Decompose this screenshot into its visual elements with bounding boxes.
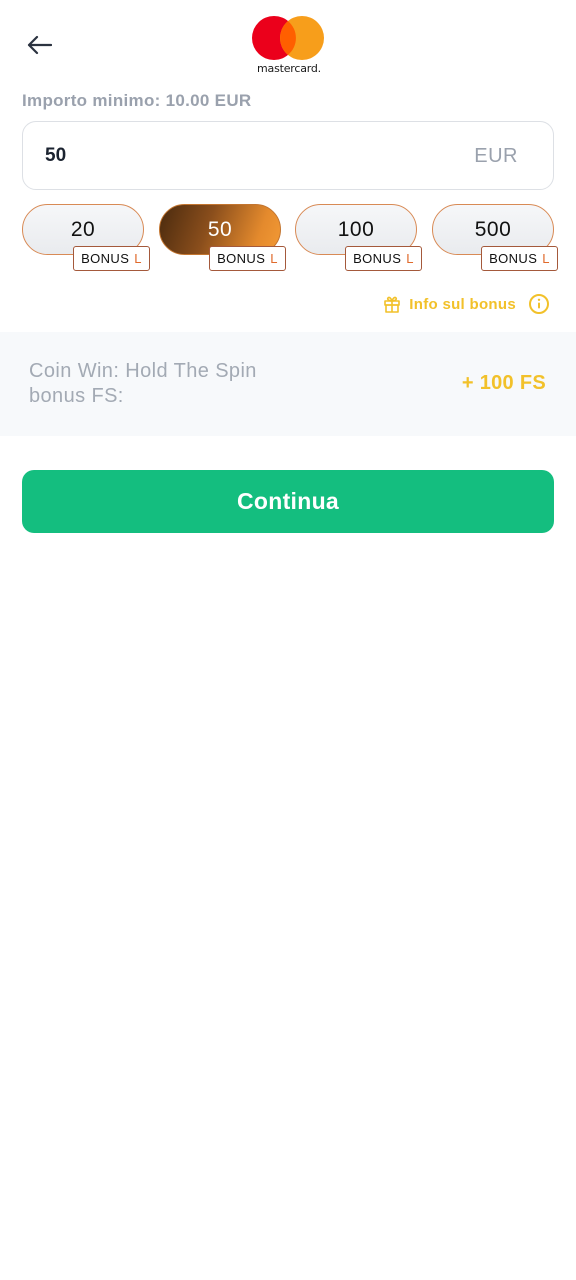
- amount-chips: 20 BONUS L 50 BONUS L 100 BONUS L 500 BONUS…: [22, 204, 558, 274]
- bonus-badge: BONUS L: [73, 246, 150, 271]
- badge-suffix: L: [134, 251, 142, 266]
- bonus-badge: BONUS L: [209, 246, 286, 271]
- info-circle-icon: [529, 294, 549, 314]
- chip-value: 100: [337, 217, 375, 241]
- bonus-game-label: Coin Win: Hold The Spin bonus FS:: [29, 360, 257, 407]
- badge-suffix: L: [542, 251, 550, 266]
- arrow-left-icon: [27, 35, 52, 55]
- badge-label: BONUS: [489, 251, 538, 266]
- badge-label: BONUS: [81, 251, 130, 266]
- badge-label: BONUS: [353, 251, 402, 266]
- chip-value: 50: [207, 217, 233, 241]
- mastercard-logo: mastercard.: [250, 14, 330, 76]
- badge-label: BONUS: [217, 251, 266, 266]
- bonus-badge: BONUS L: [345, 246, 422, 271]
- bonus-info-link[interactable]: Info sul bonus: [383, 292, 550, 316]
- bonus-badge: BONUS L: [481, 246, 558, 271]
- mastercard-circles-icon: [252, 16, 324, 60]
- logo-wordmark: mastercard.: [257, 62, 321, 75]
- minimum-amount-label: Importo minimo: 10.00 EUR: [22, 91, 252, 110]
- gift-icon: [384, 296, 401, 313]
- continue-button[interactable]: Continua: [22, 470, 554, 533]
- bonus-free-spins-value: + 100 FS: [461, 372, 546, 394]
- back-button[interactable]: [22, 28, 56, 62]
- badge-suffix: L: [270, 251, 278, 266]
- header: mastercard.: [0, 0, 576, 86]
- bonus-summary-panel: Coin Win: Hold The Spin bonus FS: + 100 …: [0, 332, 576, 436]
- badge-suffix: L: [406, 251, 414, 266]
- amount-field[interactable]: EUR: [22, 121, 554, 190]
- currency-label: EUR: [474, 145, 518, 167]
- amount-input[interactable]: [45, 122, 425, 189]
- bonus-info-label: Info sul bonus: [409, 295, 516, 313]
- chip-value: 20: [70, 217, 96, 241]
- chip-value: 500: [474, 217, 512, 241]
